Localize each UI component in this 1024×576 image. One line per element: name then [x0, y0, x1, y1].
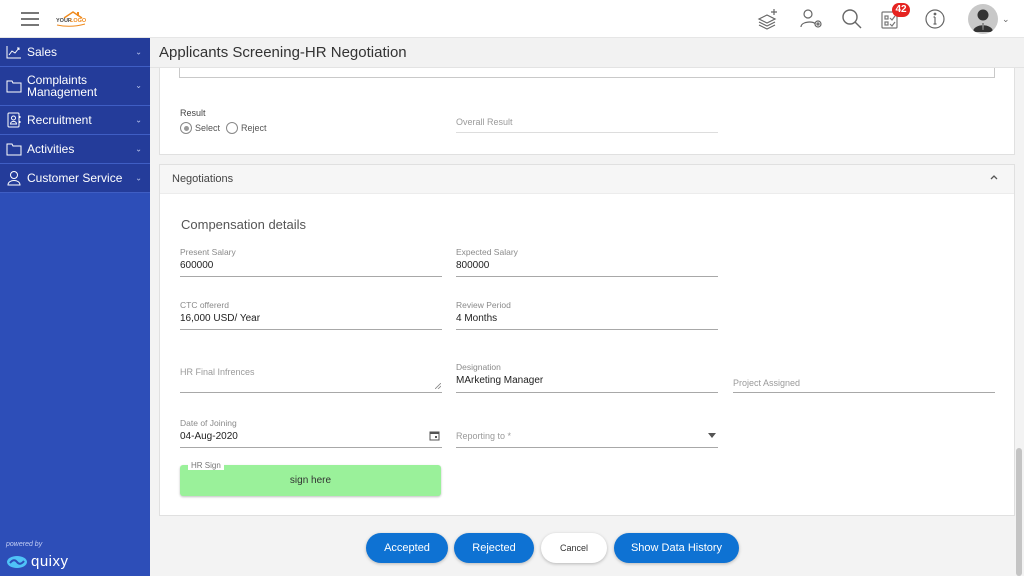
sidebar-item-customer-service[interactable]: Customer Service ⌄ — [0, 164, 150, 193]
quixy-logo: quixy — [6, 553, 69, 570]
top-header: YOUR LOGO 42 ⌄ — [0, 0, 1024, 38]
ctc-offered-field[interactable]: CTC offererd 16,000 USD/ Year — [180, 300, 442, 330]
company-logo: YOUR LOGO — [56, 11, 87, 27]
main-content: Applicants Screening-HR Negotiation Resu… — [150, 38, 1024, 576]
folder-icon — [6, 80, 22, 93]
hr-final-inferences-textarea[interactable]: HR Final Infrences — [180, 363, 442, 393]
designation-field[interactable]: Designation MArketing Manager — [456, 362, 718, 393]
result-radio-group: Select Reject — [180, 122, 273, 134]
review-period-field[interactable]: Review Period 4 Months — [456, 300, 718, 330]
sidebar-item-label: Activities — [27, 142, 75, 156]
user-settings-icon[interactable] — [799, 7, 823, 31]
overall-result-field[interactable]: Overall Result — [456, 115, 718, 135]
section-title: Compensation details — [181, 217, 307, 232]
negotiations-card: Negotiations Compensation details Presen… — [159, 164, 1015, 516]
cancel-button[interactable]: Cancel — [541, 533, 607, 563]
show-data-history-button[interactable]: Show Data History — [614, 533, 739, 563]
main-scrollbar[interactable] — [1016, 448, 1022, 576]
info-icon[interactable] — [923, 7, 947, 31]
sidebar-item-complaints-management[interactable]: Complaints Management ⌄ — [0, 67, 150, 106]
expected-salary-field[interactable]: Expected Salary 800000 — [456, 247, 718, 277]
calendar-icon[interactable] — [429, 430, 440, 441]
hamburger-menu-icon[interactable] — [21, 12, 39, 26]
sidebar-item-activities[interactable]: Activities ⌄ — [0, 135, 150, 164]
sidebar-item-label: Sales — [27, 45, 58, 59]
chevron-up-icon[interactable] — [988, 171, 1000, 183]
negotiations-accordion-header[interactable]: Negotiations — [160, 165, 1014, 194]
quixy-logo-icon — [7, 555, 27, 568]
sidebar-item-recruitment[interactable]: Recruitment ⌄ — [0, 106, 150, 135]
chevron-down-icon: ⌄ — [135, 173, 142, 183]
chevron-down-icon: ⌄ — [135, 81, 142, 90]
chevron-down-icon: ⌄ — [135, 144, 142, 154]
page-title: Applicants Screening-HR Negotiation — [159, 44, 407, 61]
sign-here-text: sign here — [289, 475, 332, 486]
sidebar-item-label: Complaints Management — [27, 73, 98, 99]
chart-icon — [6, 46, 21, 59]
sidebar-item-sales[interactable]: Sales ⌄ — [0, 38, 150, 67]
radio-reject[interactable]: Reject — [226, 122, 267, 134]
chevron-down-icon[interactable]: ⌄ — [1002, 14, 1010, 25]
tasks-button[interactable]: 42 — [878, 3, 910, 31]
sidebar: Sales ⌄ Complaints Management ⌄ Recruitm… — [0, 38, 150, 576]
chevron-down-icon: ⌄ — [135, 47, 142, 57]
result-label: Result — [180, 108, 206, 118]
page-title-bar: Applicants Screening-HR Negotiation — [150, 38, 1024, 68]
powered-by-text: powered by — [6, 541, 43, 548]
result-card: Result Select Reject Overall Result — [159, 58, 1015, 155]
hr-sign-label: HR Sign — [188, 461, 224, 470]
rejected-button[interactable]: Rejected — [454, 533, 534, 563]
chevron-down-icon: ⌄ — [135, 115, 142, 125]
contact-book-icon — [7, 112, 21, 128]
add-layers-icon[interactable] — [756, 7, 780, 31]
sidebar-item-label: Customer Service — [27, 171, 123, 185]
accepted-button[interactable]: Accepted — [366, 533, 448, 563]
radio-button[interactable] — [226, 122, 239, 134]
hr-sign-pad[interactable]: HR Sign sign here — [180, 461, 441, 496]
project-assigned-field[interactable]: Project Assigned — [733, 375, 995, 393]
date-of-joining-field[interactable]: Date of Joining 04-Aug-2020 — [180, 418, 442, 448]
dropdown-arrow-icon — [708, 433, 716, 438]
user-avatar-icon — [973, 9, 993, 32]
svg-text:LOGO: LOGO — [70, 18, 87, 24]
accordion-title: Negotiations — [172, 173, 234, 185]
person-icon — [7, 171, 21, 186]
radio-select[interactable]: Select — [180, 122, 220, 134]
reporting-to-dropdown[interactable]: Reporting to * — [456, 427, 718, 448]
search-icon[interactable] — [840, 7, 864, 31]
resize-handle-icon[interactable] — [435, 383, 441, 389]
present-salary-field[interactable]: Present Salary 600000 — [180, 247, 442, 277]
user-avatar[interactable] — [968, 4, 998, 34]
sidebar-item-label: Recruitment — [27, 113, 92, 127]
notification-badge: 42 — [892, 3, 910, 17]
folder-icon — [6, 143, 22, 156]
radio-button[interactable] — [180, 122, 192, 134]
